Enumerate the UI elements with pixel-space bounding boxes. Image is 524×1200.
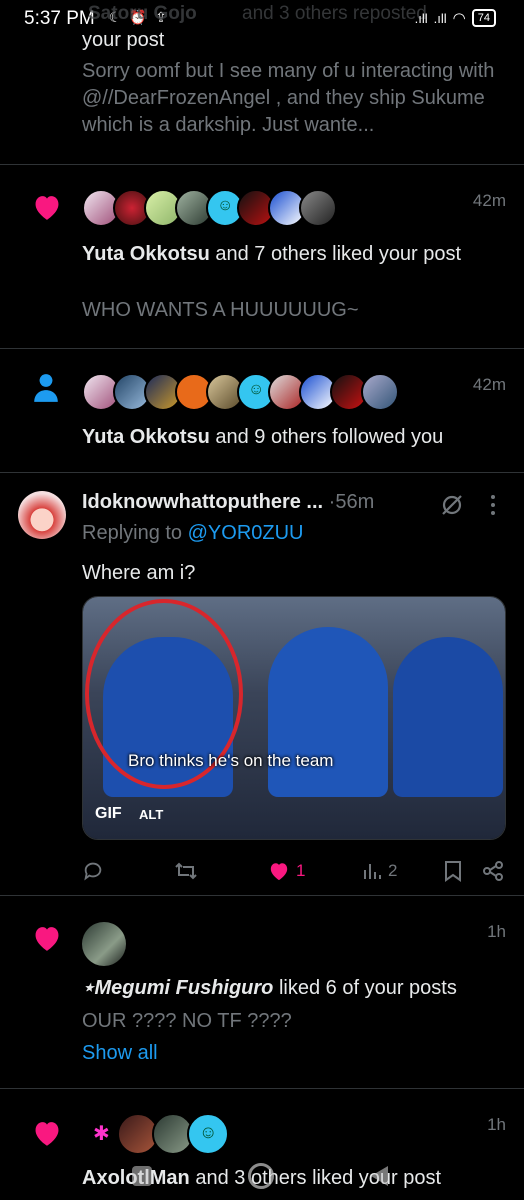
replying-line: Replying to @YOR0ZUU (82, 520, 304, 547)
notification-action: liked 6 of your posts (278, 977, 457, 999)
notification-time: 42m (472, 191, 506, 210)
notification-time: 1h (487, 922, 506, 941)
signal-icon-2: .ıll (433, 10, 447, 26)
display-name[interactable]: Idoknowwhattoputhere ... (82, 491, 323, 513)
overlap-repost-action: and 3 others reposted (242, 3, 427, 24)
avatar[interactable] (299, 189, 337, 227)
notification-text: ⋆Megumi Fushiguro liked 6 of your posts (82, 975, 457, 1002)
views-count: 2 (388, 861, 398, 880)
avatar[interactable] (82, 922, 126, 966)
notification-snippet: OUR ???? NO TF ???? (82, 1010, 292, 1032)
notification-time: 1h (487, 1115, 506, 1134)
home-button[interactable] (248, 1163, 274, 1189)
notification-action: and 7 others liked your post (215, 243, 462, 265)
avatar-row: ✱ ☺ (82, 1113, 229, 1155)
notification-snippet: WHO WANTS A HUUUUUUG~ (82, 299, 359, 321)
signal-icon: .ıll (414, 10, 428, 26)
views-button[interactable]: 2 (362, 861, 397, 881)
heart-icon (35, 1122, 59, 1146)
back-button[interactable] (368, 1164, 390, 1188)
post-time[interactable]: 56m (335, 491, 374, 513)
views-icon (364, 864, 381, 879)
reply-icon[interactable] (82, 860, 104, 882)
gif-badge: GIF (95, 805, 122, 822)
wifi-icon: ◠ (452, 10, 466, 27)
replying-prefix: Replying to (82, 522, 183, 544)
share-icon[interactable] (482, 860, 504, 882)
replying-handle[interactable]: @YOR0ZUU (188, 522, 304, 544)
avatar-row: ☺ (82, 373, 399, 411)
overlap-repost-actor: Satoru Gojo (88, 3, 197, 24)
status-time: 5:37 PM (24, 8, 95, 29)
post-body: Where am i? (82, 562, 196, 584)
avatar-row: ☺ (82, 189, 337, 227)
person-shape (268, 627, 388, 797)
post-media-gif[interactable]: Bro thinks he's on the team GIF ALT (82, 596, 506, 840)
battery-icon: 74 (471, 9, 496, 27)
system-nav-bar (0, 1160, 524, 1200)
gif-caption: Bro thinks he's on the team (128, 751, 334, 770)
notification-action: and 9 others followed you (215, 426, 444, 448)
status-bar: 5:37 PM ☾ ⏰ ⇪ Satoru Gojo and 3 others r… (0, 0, 524, 36)
person-icon (34, 374, 58, 402)
show-all-link[interactable]: Show all (82, 1040, 158, 1067)
notification-text: Yuta Okkotsu and 9 others followed you (82, 424, 443, 451)
heart-icon (270, 863, 288, 881)
notification-like[interactable]: 1h ⋆Megumi Fushiguro liked 6 of your pos… (0, 896, 524, 1089)
recents-button[interactable] (132, 1166, 152, 1186)
post-actions: 1 2 (82, 858, 508, 884)
grok-icon[interactable] (440, 493, 464, 517)
repost-icon[interactable] (174, 860, 198, 882)
heart-icon (35, 927, 59, 951)
person-shape (393, 637, 503, 797)
avatar[interactable] (361, 373, 399, 411)
notification-snippet: Sorry oomf but I see many of u interacti… (82, 60, 495, 136)
bookmark-icon[interactable] (444, 860, 462, 882)
more-icon[interactable] (488, 493, 498, 517)
notification-actor[interactable]: Yuta Okkotsu (82, 426, 210, 448)
alt-badge[interactable]: ALT (139, 807, 163, 822)
notification-text: Yuta Okkotsu and 7 others liked your pos… (82, 241, 492, 268)
like-button[interactable]: 1 (268, 861, 305, 881)
avatar[interactable]: ☺ (187, 1113, 229, 1155)
status-right: .ıll .ıll ◠ 74 (415, 9, 496, 27)
notification-time: 42m (472, 375, 506, 394)
post-header: Idoknowwhattoputhere ... ·56m (82, 491, 374, 514)
heart-icon (35, 196, 59, 220)
notification-like[interactable]: ☺ 42m Yuta Okkotsu and 7 others liked yo… (0, 165, 524, 349)
notification-actor[interactable]: Yuta Okkotsu (82, 243, 210, 265)
like-count: 1 (296, 861, 306, 880)
notification-actor[interactable]: ⋆Megumi Fushiguro (82, 977, 273, 999)
avatar[interactable] (18, 491, 66, 539)
notification-follow[interactable]: ☺ 42m Yuta Okkotsu and 9 others followed… (0, 349, 524, 473)
